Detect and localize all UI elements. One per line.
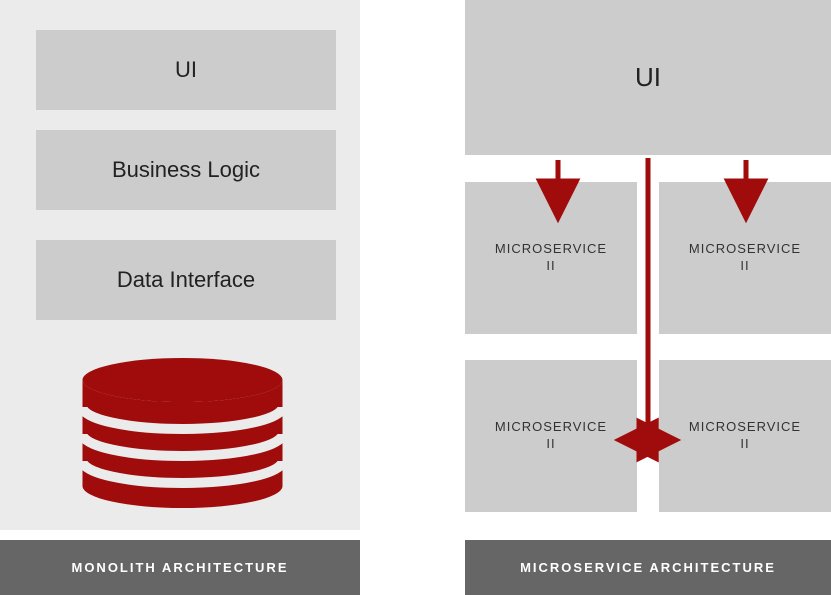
- microservice-footer-label: MICROSERVICE ARCHITECTURE: [520, 560, 776, 575]
- monolith-panel: UI Business Logic Data Interface: [0, 0, 360, 530]
- microservice-panel: UI MICROSERVICE II MICROSERVICE II MICRO…: [465, 0, 831, 530]
- microservice-box-3: MICROSERVICE II: [465, 360, 637, 512]
- monolith-data-interface-box: Data Interface: [36, 240, 336, 320]
- monolith-footer-label: MONOLITH ARCHITECTURE: [71, 560, 288, 575]
- microservice-4-sub: II: [689, 436, 801, 453]
- database-icon: [80, 358, 285, 508]
- microservice-2-sub: II: [689, 258, 801, 275]
- microservice-1-label: MICROSERVICE: [495, 241, 607, 258]
- microservice-box-4: MICROSERVICE II: [659, 360, 831, 512]
- microservice-4-label: MICROSERVICE: [689, 419, 801, 436]
- microservice-3-label: MICROSERVICE: [495, 419, 607, 436]
- microservice-2-label: MICROSERVICE: [689, 241, 801, 258]
- microservice-box-1: MICROSERVICE II: [465, 182, 637, 334]
- microservice-ui-box: UI: [465, 0, 831, 155]
- microservice-box-2: MICROSERVICE II: [659, 182, 831, 334]
- monolith-ui-box: UI: [36, 30, 336, 110]
- microservice-3-sub: II: [495, 436, 607, 453]
- monolith-footer: MONOLITH ARCHITECTURE: [0, 540, 360, 595]
- microservice-footer: MICROSERVICE ARCHITECTURE: [465, 540, 831, 595]
- monolith-business-logic-box: Business Logic: [36, 130, 336, 210]
- microservice-1-sub: II: [495, 258, 607, 275]
